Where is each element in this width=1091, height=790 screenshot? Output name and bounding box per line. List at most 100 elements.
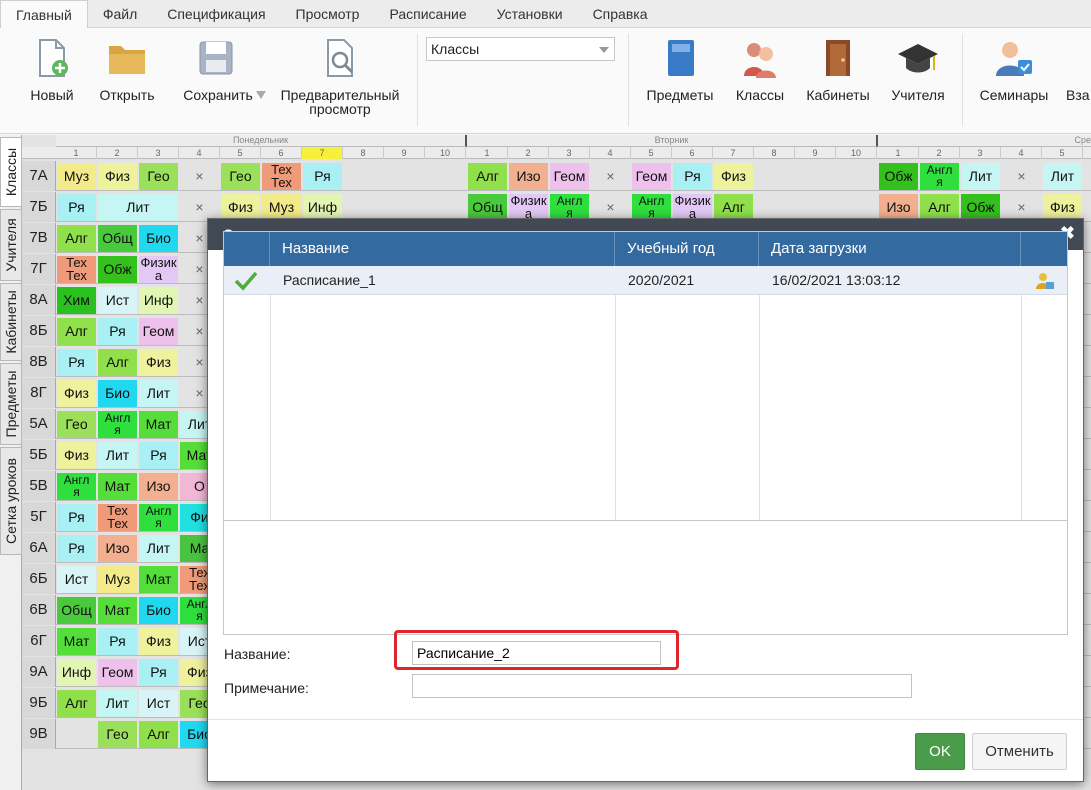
lesson-cell[interactable]: Ист (57, 566, 96, 593)
lesson-cell[interactable]: Обж (961, 194, 1000, 221)
lesson-cell[interactable]: Био (139, 225, 178, 252)
lesson-cell[interactable]: Геом (550, 163, 589, 190)
lesson-cell[interactable]: Физ (57, 380, 96, 407)
lesson-cell[interactable] (344, 194, 383, 221)
lesson-cell[interactable]: Физ (98, 163, 137, 190)
lesson-cell[interactable]: Физ (139, 628, 178, 655)
lesson-cell[interactable]: × (591, 194, 630, 221)
lesson-cell[interactable]: Мат (139, 566, 178, 593)
class-name[interactable]: 5Б (22, 440, 56, 470)
lesson-cell[interactable]: Ря (57, 349, 96, 376)
class-name[interactable]: 5Г (22, 502, 56, 532)
lesson-cell[interactable]: Англ я (98, 411, 137, 438)
lesson-cell[interactable]: Физик а (673, 194, 712, 221)
class-name[interactable]: 9Б (22, 688, 56, 718)
lesson-cell[interactable]: × (1002, 163, 1041, 190)
lesson-cell[interactable]: Изо (879, 194, 918, 221)
lesson-cell[interactable]: Алг (714, 194, 753, 221)
lesson-cell[interactable] (755, 194, 794, 221)
menu-file[interactable]: Файл (88, 0, 152, 28)
lesson-cell[interactable]: Лит (139, 380, 178, 407)
lesson-cell[interactable]: Алг (57, 690, 96, 717)
class-name[interactable]: 8Б (22, 316, 56, 346)
teachers-button[interactable]: Учителя (886, 36, 950, 102)
lesson-cell[interactable]: Лит (1043, 163, 1082, 190)
lesson-cell[interactable]: Ря (98, 628, 137, 655)
lesson-cell[interactable]: Ист (98, 287, 137, 314)
class-name[interactable]: 6Б (22, 564, 56, 594)
more-ribbon-button[interactable]: Вза (1066, 36, 1091, 102)
lesson-cell[interactable]: Мат (57, 628, 96, 655)
menu-main[interactable]: Главный (0, 0, 88, 28)
lesson-cell[interactable] (426, 163, 465, 190)
cancel-button[interactable]: Отменить (972, 733, 1067, 770)
lesson-cell[interactable]: Обж (98, 256, 137, 283)
lesson-cell[interactable] (344, 163, 383, 190)
lesson-cell[interactable]: Общ (468, 194, 507, 221)
lesson-cell[interactable]: Лит (98, 442, 137, 469)
note-input[interactable] (412, 674, 912, 698)
lesson-cell[interactable]: Алг (98, 349, 137, 376)
lesson-cell[interactable]: Изо (509, 163, 548, 190)
lesson-cell[interactable]: Гео (98, 721, 137, 748)
lesson-cell[interactable]: Физик а (139, 256, 178, 283)
lesson-cell[interactable]: Алг (920, 194, 959, 221)
save-dropdown-arrow-icon[interactable] (256, 91, 266, 99)
lesson-cell[interactable] (796, 163, 835, 190)
lesson-cell[interactable]: Физ (139, 349, 178, 376)
lesson-cell[interactable]: Общ (57, 597, 96, 624)
lesson-cell[interactable] (57, 721, 96, 748)
lesson-cell[interactable] (385, 194, 424, 221)
lesson-cell[interactable]: Тех Тех (57, 256, 96, 283)
lesson-cell[interactable]: Алг (57, 318, 96, 345)
class-name[interactable]: 8Г (22, 378, 56, 408)
lesson-cell[interactable]: Хим (57, 287, 96, 314)
lesson-cell[interactable] (755, 163, 794, 190)
side-tab-lesson-grid[interactable]: Сетка уроков (0, 447, 22, 555)
lesson-cell[interactable]: Англ я (57, 473, 96, 500)
lesson-cell[interactable]: Ря (303, 163, 342, 190)
lesson-cell[interactable]: Геом (139, 318, 178, 345)
class-name[interactable]: 9В (22, 719, 56, 749)
class-name[interactable]: 5А (22, 409, 56, 439)
side-tab-teachers[interactable]: Учителя (0, 209, 22, 281)
lesson-cell[interactable] (426, 194, 465, 221)
class-name[interactable]: 7Г (22, 254, 56, 284)
table-row[interactable]: Расписание_1 2020/2021 16/02/2021 13:03:… (224, 266, 1067, 295)
lesson-cell[interactable]: Физ (57, 442, 96, 469)
side-tab-classes[interactable]: Классы (0, 137, 22, 207)
header-name[interactable]: Название (270, 232, 615, 266)
lesson-cell[interactable]: Англ я (139, 504, 178, 531)
class-name[interactable]: 5В (22, 471, 56, 501)
header-upload-date[interactable]: Дата загрузки (759, 232, 1021, 266)
class-name[interactable]: 9А (22, 657, 56, 687)
lesson-cell[interactable]: × (180, 163, 219, 190)
classes-button[interactable]: Классы (730, 36, 790, 102)
lesson-cell[interactable]: Алг (57, 225, 96, 252)
lesson-cell[interactable]: Муз (57, 163, 96, 190)
lesson-cell[interactable]: Геом (98, 659, 137, 686)
lesson-cell[interactable]: Муз (98, 566, 137, 593)
side-tab-rooms[interactable]: Кабинеты (0, 283, 22, 361)
lesson-cell[interactable]: Ря (139, 442, 178, 469)
lesson-cell[interactable]: Ист (139, 690, 178, 717)
lesson-cell[interactable] (837, 163, 876, 190)
lesson-cell[interactable]: Изо (98, 535, 137, 562)
lesson-cell[interactable]: Ря (98, 318, 137, 345)
class-name[interactable]: 6Г (22, 626, 56, 656)
class-name[interactable]: 7Б (22, 192, 56, 222)
lesson-cell[interactable]: Инф (139, 287, 178, 314)
header-year[interactable]: Учебный год (615, 232, 759, 266)
lesson-cell[interactable]: Ря (57, 194, 96, 221)
lesson-cell[interactable]: Изо (139, 473, 178, 500)
lesson-cell[interactable]: Англ я (632, 194, 671, 221)
menu-specification[interactable]: Спецификация (152, 0, 280, 28)
lesson-cell[interactable] (837, 194, 876, 221)
lesson-cell[interactable]: Англ я (550, 194, 589, 221)
lesson-cell[interactable]: × (1002, 194, 1041, 221)
lesson-cell[interactable]: Англ я (920, 163, 959, 190)
lesson-cell[interactable]: Лит (98, 690, 137, 717)
lesson-cell[interactable]: Гео (221, 163, 260, 190)
seminars-button[interactable]: Семинары (974, 36, 1054, 102)
class-name[interactable]: 6В (22, 595, 56, 625)
